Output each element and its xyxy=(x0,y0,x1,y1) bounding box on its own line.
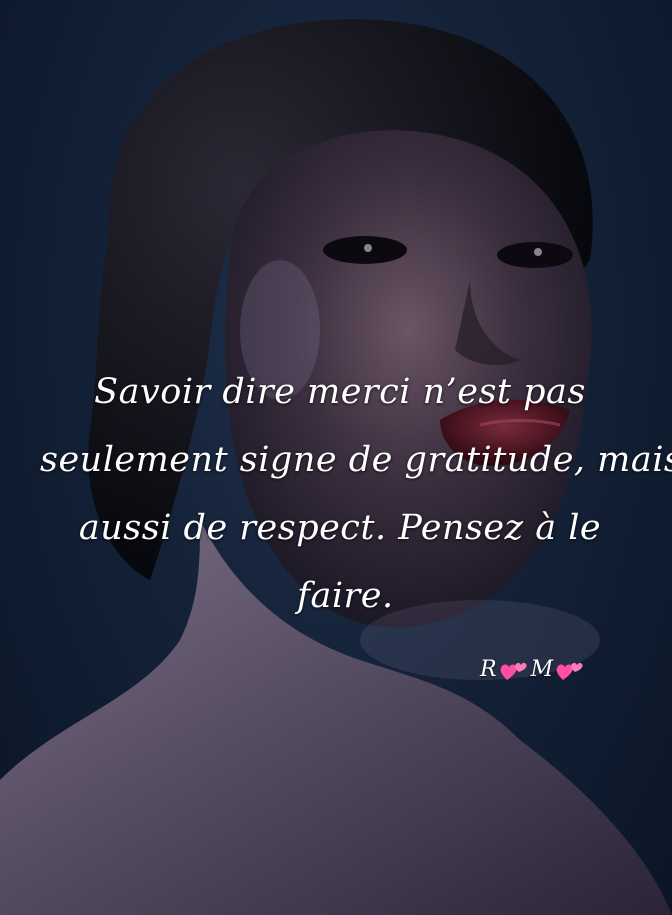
quote-line-2: seulement signe de gratitude, mais xyxy=(40,440,672,480)
right-eye xyxy=(497,242,573,268)
quote-line-1: Savoir dire merci n’est pas xyxy=(94,372,586,412)
quote-line-4: faire. xyxy=(297,576,394,616)
signature-initial-m: M xyxy=(530,657,554,682)
quote-line-3: aussi de respect. Pensez à le xyxy=(78,508,602,548)
two-hearts-icon xyxy=(500,662,527,680)
photo: Savoir dire merci n’est pas seulement si… xyxy=(0,0,672,915)
two-hearts-icon xyxy=(556,662,583,680)
signature-initial-r: R xyxy=(480,657,497,682)
signature: R M xyxy=(480,652,620,688)
quote-text: Savoir dire merci n’est pas seulement si… xyxy=(40,358,672,630)
